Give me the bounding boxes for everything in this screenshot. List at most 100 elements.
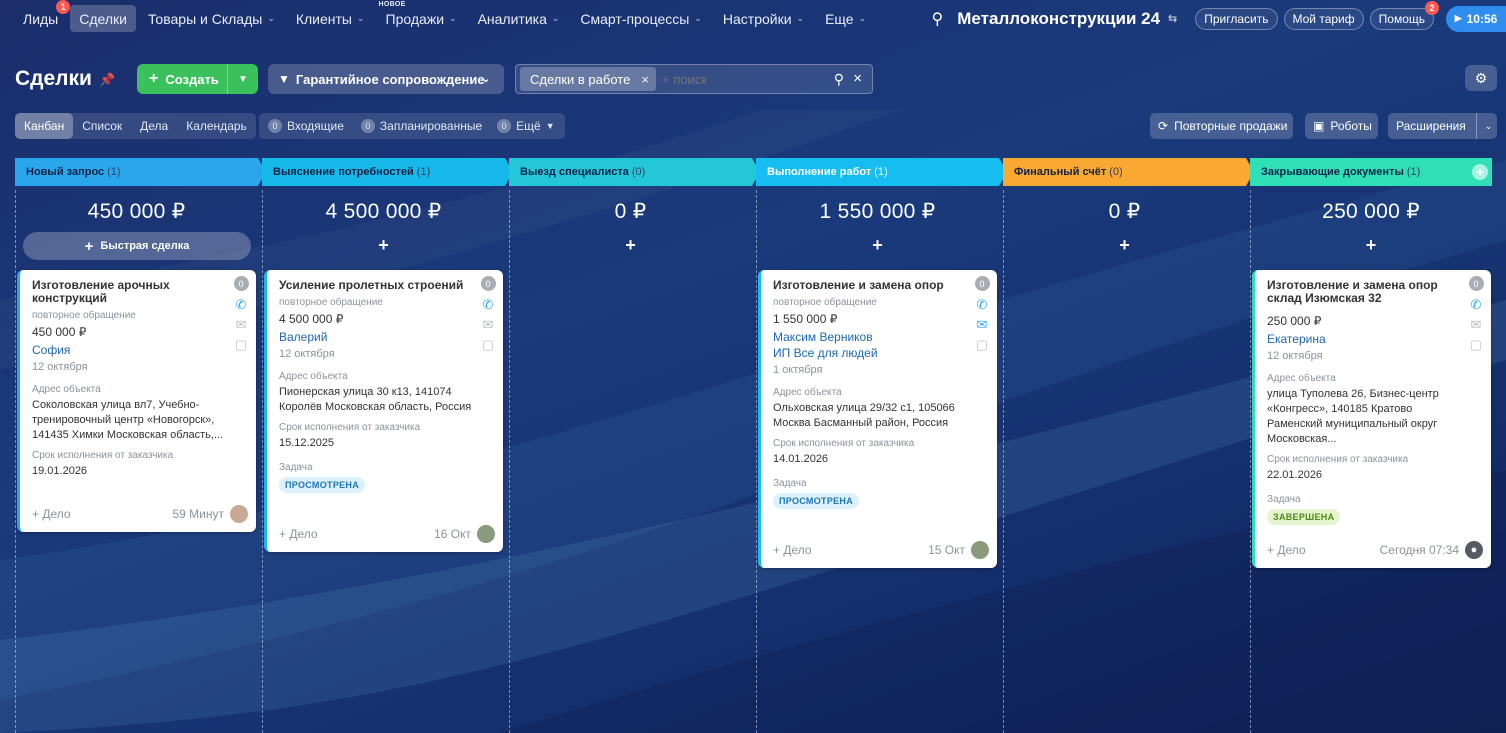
avatar[interactable] (971, 541, 989, 559)
pin-icon[interactable]: 📌 (99, 72, 115, 88)
tariff-button[interactable]: Мой тариф (1283, 7, 1364, 30)
filter-search-box[interactable]: Сделки в работе × ⚲ × (515, 64, 873, 94)
create-main[interactable]: + Создать (137, 70, 227, 88)
card-icons: 0 ✆ ✉ ▢ (479, 276, 497, 351)
search-icon[interactable]: ⚲ (932, 9, 944, 29)
chevron-down-icon[interactable]: ⌄ (1475, 113, 1492, 139)
mail-icon[interactable]: ✉ (236, 318, 247, 331)
deal-card[interactable]: Изготовление и замена опор повторное обр… (758, 270, 997, 568)
nav-item-label: Продажи (385, 10, 445, 27)
help-button[interactable]: Помощь 2 (1369, 0, 1439, 30)
counter-incoming[interactable]: 0 Входящие (268, 119, 344, 133)
stage-header[interactable]: Новый запрос (1) (15, 158, 266, 186)
add-activity-button[interactable]: + Дело (279, 527, 318, 541)
robots-button[interactable]: ▣ Роботы (1305, 113, 1378, 139)
nav-item-settings[interactable]: Настройки ⌄ (714, 5, 813, 32)
add-deal-icon[interactable]: + (1250, 235, 1492, 255)
clock-button[interactable]: ▶ 10:56 (1446, 5, 1506, 32)
card-title[interactable]: Изготовление арочных конструкций (32, 279, 226, 305)
pipeline-label: Гарантийное сопровождение (295, 71, 485, 87)
deal-card[interactable]: Усиление пролетных строений повторное об… (264, 270, 503, 552)
settings-button[interactable]: ⚙ (1465, 65, 1497, 91)
stage-header[interactable]: Финальный счёт (0) (1003, 158, 1254, 186)
nav-item-label: Еще (825, 10, 854, 27)
nav-item-analytics[interactable]: Аналитика ⌄ (469, 5, 569, 32)
phone-icon[interactable]: ✆ (483, 298, 494, 311)
invite-button[interactable]: Пригласить (1195, 7, 1278, 30)
chat-icon[interactable]: ▢ (1470, 338, 1482, 351)
mail-icon[interactable]: ✉ (483, 318, 494, 331)
card-contact[interactable]: Екатерина (1267, 331, 1461, 347)
card-subtitle: повторное обращение (279, 297, 383, 308)
add-stage-icon[interactable]: + (1472, 164, 1488, 180)
stage-name: Финальный счёт (1014, 166, 1107, 178)
search-input[interactable] (662, 71, 822, 87)
activity-counters: 0 Входящие 0 Запланированные 0 Ещё ▼ (259, 113, 565, 139)
add-deal-icon[interactable]: + (262, 235, 505, 255)
deal-card[interactable]: Изготовление арочных конструкций повторн… (17, 270, 256, 532)
add-activity-button[interactable]: + Дело (32, 507, 71, 521)
phone-icon[interactable]: ✆ (236, 298, 247, 311)
chevron-down-icon: ⌄ (796, 13, 805, 23)
card-title[interactable]: Изготовление и замена опор склад Изюмска… (1267, 279, 1461, 305)
mail-icon[interactable]: ✉ (1471, 318, 1482, 331)
card-company[interactable]: ИП Все для людей (773, 345, 967, 361)
company-name[interactable]: Металлоконструкции 24 (957, 9, 1160, 29)
pipeline-selector[interactable]: ▼ Гарантийное сопровождение ⌄ (268, 64, 504, 94)
chat-icon[interactable]: ▢ (482, 338, 494, 351)
quick-deal-button[interactable]: + Быстрая сделка (23, 232, 251, 260)
nav-item-clients[interactable]: Клиенты ⌄ (287, 5, 374, 32)
view-activities[interactable]: Дела (131, 113, 177, 139)
create-button[interactable]: + Создать ▼ (137, 64, 258, 94)
card-title[interactable]: Усиление пролетных строений (279, 279, 473, 292)
search-icon[interactable]: ⚲ (834, 71, 844, 88)
chevron-down-icon: ⌄ (694, 13, 702, 23)
filter-chip-label: Сделки в работе (530, 71, 631, 87)
card-footer: + Дело 59 Минут (32, 505, 248, 523)
nav-item-more[interactable]: Еще ⌄ (816, 5, 875, 32)
chat-icon[interactable]: ▢ (976, 338, 988, 351)
stage-header[interactable]: Выяснение потребностей (1) (262, 158, 513, 186)
chat-icon[interactable]: ▢ (235, 338, 247, 351)
card-contact[interactable]: Валерий (279, 329, 473, 345)
clear-icon[interactable]: × (853, 70, 862, 87)
view-calendar[interactable]: Календарь (177, 113, 256, 139)
card-contact[interactable]: Максим Верников (773, 329, 967, 345)
avatar[interactable] (230, 505, 248, 523)
chevron-down-icon[interactable]: ▼ (227, 64, 258, 94)
nav-item-smart-processes[interactable]: Смарт-процессы ⌄ (571, 5, 710, 32)
stage-header[interactable]: Выезд специалиста (0) (509, 158, 760, 186)
add-deal-icon[interactable]: + (509, 235, 752, 255)
repeat-sales-button[interactable]: ⟳ Повторные продажи (1150, 113, 1293, 139)
card-date: 1 октября (773, 364, 823, 376)
task-status-badge: ПРОСМОТРЕНА (773, 493, 860, 509)
switch-icon[interactable]: ⇆ (1168, 12, 1177, 25)
phone-icon[interactable]: ✆ (1471, 298, 1482, 311)
extensions-button[interactable]: Расширения ⌄ (1388, 113, 1497, 139)
create-label: Создать (165, 71, 219, 87)
mail-icon[interactable]: ✉ (977, 318, 988, 331)
view-list[interactable]: Список (73, 113, 131, 139)
close-icon[interactable]: × (641, 72, 649, 87)
stage-header[interactable]: Выполнение работ (1) (756, 158, 1007, 186)
add-activity-button[interactable]: + Дело (1267, 543, 1306, 557)
filter-chip[interactable]: Сделки в работе × (520, 67, 656, 91)
counter-more[interactable]: 0 Ещё ▼ (497, 119, 555, 133)
avatar[interactable] (477, 525, 495, 543)
stage-header[interactable]: Закрывающие документы (1) + (1250, 158, 1492, 186)
nav-item-sales[interactable]: НОВОЕ Продажи ⌄ (377, 1, 466, 32)
nav-item-deals[interactable]: Сделки (70, 5, 136, 32)
card-contact[interactable]: София (32, 342, 226, 358)
nav-item-products[interactable]: Товары и Склады ⌄ (139, 5, 284, 32)
add-activity-button[interactable]: + Дело (773, 543, 812, 557)
add-deal-icon[interactable]: + (1003, 235, 1246, 255)
nav-item-leads[interactable]: Лиды 1 (14, 0, 71, 32)
card-title[interactable]: Изготовление и замена опор (773, 279, 967, 292)
user-icon[interactable]: ● (1465, 541, 1483, 559)
counter-planned[interactable]: 0 Запланированные (360, 119, 482, 133)
phone-icon[interactable]: ✆ (977, 298, 988, 311)
view-kanban[interactable]: Канбан (15, 113, 74, 139)
add-deal-icon[interactable]: + (756, 235, 999, 255)
counter-value: 0 (497, 119, 512, 133)
deal-card[interactable]: Изготовление и замена опор склад Изюмска… (1252, 270, 1491, 568)
